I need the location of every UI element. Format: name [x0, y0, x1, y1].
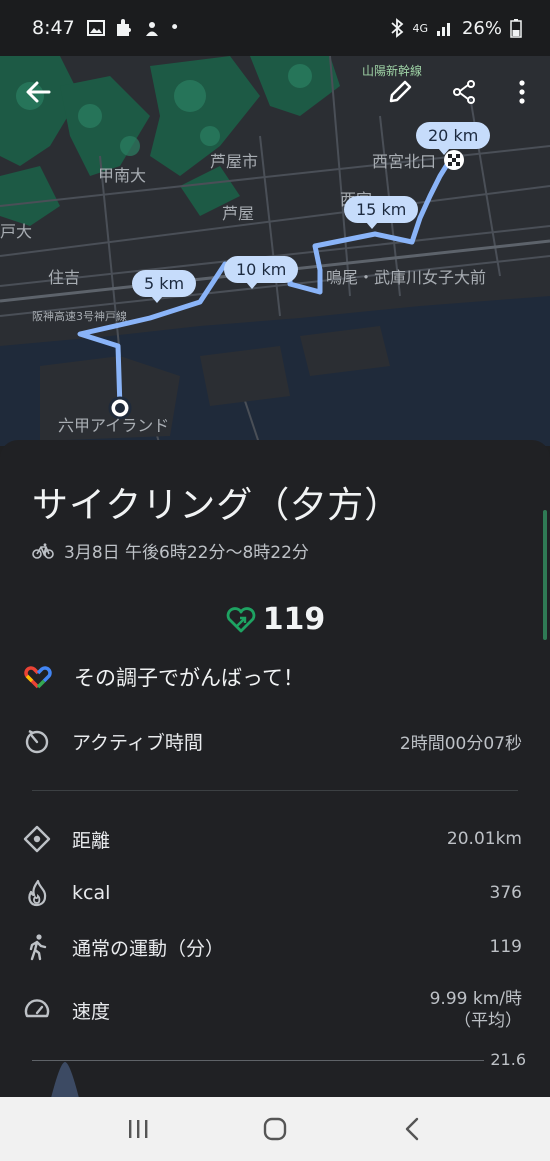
route-map[interactable]: 甲南大 芦屋市 芦屋 西宮北口 西宮 住吉 鳴尾・武庫川女子大前 六甲アイランド…	[0, 56, 550, 446]
km-marker-15: 15 km	[344, 196, 419, 229]
bluetooth-icon	[391, 18, 404, 38]
recent-apps-button[interactable]	[108, 1109, 168, 1149]
gallery-icon	[86, 20, 105, 36]
notification-icons: •	[86, 18, 180, 38]
activity-details-sheet[interactable]: サイクリング（夕方） 3月8日 午後6時22分～8時22分 119 その調子でが…	[0, 440, 550, 1100]
arrow-back-icon	[26, 81, 51, 103]
map-label-ashiya: 芦屋	[222, 204, 255, 223]
heart-points-value: 119	[262, 602, 326, 637]
coach-message-row: その調子でがんばって！	[24, 662, 304, 692]
walking-icon	[22, 932, 52, 962]
km-marker-5: 5 km	[132, 270, 197, 303]
status-time: 8:47	[32, 17, 75, 39]
km-marker-10: 10 km	[224, 256, 299, 289]
system-back-button[interactable]	[382, 1109, 442, 1149]
google-fit-logo-icon	[24, 666, 52, 689]
battery-percent: 26%	[461, 17, 502, 39]
speedometer-icon	[22, 995, 52, 1025]
map-background	[0, 56, 550, 446]
timer-icon	[22, 726, 52, 756]
map-label-rokko-island: 六甲アイランド	[58, 416, 170, 435]
heart-points-icon	[226, 606, 255, 632]
status-bar: 8:47 • 4G 26%	[0, 0, 550, 56]
stat-value-move-minutes: 119	[489, 937, 522, 957]
more-options-button[interactable]	[502, 72, 542, 112]
pencil-icon	[389, 80, 412, 103]
distance-icon	[22, 824, 52, 854]
activity-datetime: 3月8日 午後6時22分～8時22分	[64, 543, 309, 563]
chevron-left-icon	[405, 1117, 418, 1141]
stat-label-speed: 速度	[72, 1000, 111, 1023]
speed-value: 9.99 km/時	[429, 989, 522, 1009]
divider	[32, 790, 518, 791]
chart-max-label: 21.6	[490, 1050, 526, 1069]
app-notification-icon	[145, 22, 158, 36]
battery-charging-icon	[510, 19, 522, 38]
puzzle-icon	[116, 19, 131, 36]
share-icon	[453, 80, 475, 104]
more-vert-icon	[519, 80, 525, 104]
stat-label-move-minutes: 通常の運動（分）	[72, 937, 225, 960]
stat-value-speed: 9.99 km/時 （平均）	[430, 988, 522, 1032]
speed-chart-peak	[50, 1062, 80, 1100]
map-label-nishinomiya-kitaguchi: 西宮北口	[372, 152, 437, 171]
system-icons: 4G 26%	[390, 18, 522, 39]
stat-value-calories: 376	[489, 883, 522, 903]
active-time-row: アクティブ時間 2時間00分07秒	[22, 726, 522, 756]
signal-icon	[436, 23, 450, 36]
speed-average-note: （平均）	[454, 1011, 522, 1031]
stat-row-move-minutes: 通常の運動（分） 119	[22, 932, 522, 962]
activity-title: サイクリング（夕方）	[32, 485, 402, 526]
activity-datetime-row: 3月8日 午後6時22分～8時22分	[32, 538, 309, 563]
recent-apps-icon	[129, 1120, 148, 1138]
stat-label-calories: kcal	[72, 882, 111, 904]
more-notifications-dot: •	[169, 18, 180, 38]
heart-points: 119	[0, 602, 550, 637]
active-time-value: 2時間00分07秒	[399, 733, 522, 754]
coach-message: その調子でがんばって！	[74, 666, 304, 690]
stat-row-calories: kcal 376	[22, 878, 522, 908]
map-label-naruo: 鳴尾・武庫川女子大前	[326, 268, 487, 287]
system-nav-bar	[0, 1097, 550, 1161]
chart-max-gridline	[32, 1060, 484, 1061]
network-type: 4G	[412, 21, 428, 35]
map-label-ashiya-city: 芦屋市	[210, 152, 259, 171]
stat-row-speed: 速度 9.99 km/時 （平均）	[22, 988, 522, 1032]
share-button[interactable]	[444, 72, 484, 112]
stat-value-distance: 20.01km	[446, 829, 522, 849]
bicycle-icon	[32, 542, 54, 559]
activity-detail-screen: 8:47 • 4G 26% 甲南大 芦屋市 芦屋 西宮北口 住吉 鳴尾・武庫川女…	[0, 0, 550, 1161]
home-button[interactable]	[245, 1109, 305, 1149]
map-label-konan: 甲南大	[98, 166, 147, 185]
map-label-hanshin-expressway: 阪神高速3号神戸線	[32, 310, 127, 323]
active-time-label: アクティブ時間	[72, 731, 203, 754]
back-button[interactable]	[18, 72, 58, 112]
map-label-sumiyoshi: 住吉	[48, 268, 81, 287]
flame-icon	[22, 878, 52, 908]
map-label-edge: 戸大	[0, 222, 33, 241]
stat-label-distance: 距離	[72, 829, 111, 852]
home-icon	[263, 1117, 287, 1141]
stat-row-distance: 距離 20.01km	[22, 824, 522, 854]
km-marker-20: 20 km	[416, 122, 491, 155]
edit-button[interactable]	[380, 72, 420, 112]
